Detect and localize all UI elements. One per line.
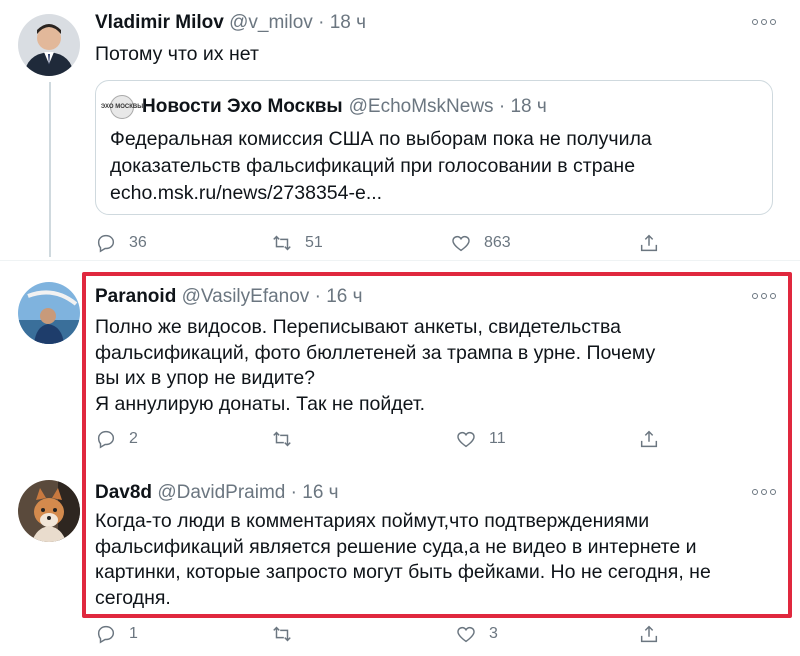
tweet-vladimir-milov[interactable]: Vladimir Milov @v_milov · 18 ч Потому чт… <box>0 0 800 260</box>
handle[interactable]: @v_milov <box>229 12 313 33</box>
tweet-actions: 36 51 863 <box>95 231 675 255</box>
avatar[interactable] <box>18 282 80 344</box>
share-button[interactable] <box>638 622 660 646</box>
like-icon <box>457 626 475 643</box>
reply-button[interactable]: 36 <box>95 231 147 255</box>
divider <box>0 260 800 261</box>
dot-separator: · <box>493 96 511 117</box>
like-button[interactable]: 863 <box>450 231 511 255</box>
tweet-actions: 1 3 <box>95 622 675 646</box>
like-count: 863 <box>484 234 511 251</box>
quoted-handle[interactable]: @EchoMskNews <box>349 96 494 118</box>
timestamp[interactable]: 18 ч <box>330 12 366 33</box>
avatar[interactable] <box>18 480 80 542</box>
retweet-count: 51 <box>305 234 323 251</box>
share-icon <box>640 625 658 643</box>
tweet-text: Потому что их нет <box>95 43 259 65</box>
quoted-tweet[interactable]: ЭХО МОСКВЫ Новости Эхо Москвы @EchoMskNe… <box>95 80 773 215</box>
retweet-button[interactable]: 51 <box>271 231 323 255</box>
more-icon[interactable] <box>752 16 778 28</box>
quoted-tweet-text: Федеральная комиссия США по выборам пока… <box>110 128 652 204</box>
dot-separator: · <box>318 12 330 33</box>
quoted-timestamp[interactable]: 18 ч <box>510 96 546 118</box>
echo-msk-logo-icon: ЭХО МОСКВЫ <box>101 95 143 119</box>
reply-icon <box>97 625 115 644</box>
reply-count: 1 <box>129 625 138 642</box>
share-button[interactable] <box>638 231 660 255</box>
like-icon <box>452 235 470 252</box>
tweet-header: Vladimir Milov @v_milov · 18 ч <box>95 12 366 34</box>
quoted-display-name[interactable]: Новости Эхо Москвы <box>142 96 343 118</box>
retweet-icon <box>273 235 291 251</box>
thread-line <box>49 82 51 257</box>
avatar[interactable] <box>18 14 80 76</box>
like-button[interactable]: 3 <box>455 622 498 646</box>
logo-text: ЭХО МОСКВЫ <box>100 104 144 110</box>
quoted-tweet-header: ЭХО МОСКВЫ Новости Эхо Москвы @EchoMskNe… <box>101 95 547 119</box>
highlight-frame <box>82 272 792 618</box>
reply-button[interactable]: 1 <box>95 622 138 646</box>
like-count: 3 <box>489 625 498 642</box>
retweet-icon <box>273 626 291 642</box>
share-icon <box>640 234 658 252</box>
reply-count: 36 <box>129 234 147 251</box>
retweet-button[interactable] <box>271 622 305 646</box>
reply-icon <box>97 234 115 253</box>
display-name[interactable]: Vladimir Milov <box>95 12 224 33</box>
